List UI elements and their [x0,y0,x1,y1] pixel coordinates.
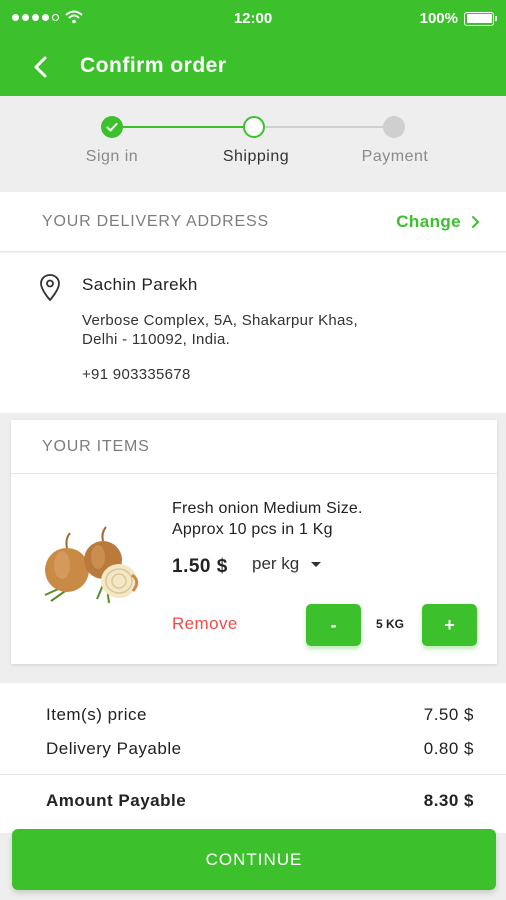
delivery-address-title: YOUR DELIVERY ADDRESS [42,213,269,230]
remove-item-button[interactable]: Remove [172,614,238,634]
delivery-address-header: YOUR DELIVERY ADDRESS Change [0,192,506,252]
step-shipping-label[interactable]: Shipping [186,148,326,166]
item-price-row: Item(s) price 7.50 $ [46,705,474,725]
step-signin-label[interactable]: Sign in [42,148,182,166]
price-summary: Item(s) price 7.50 $ Delivery Payable 0.… [0,683,506,833]
step-shipping-circle [243,116,265,138]
items-header: YOUR ITEMS [11,420,497,474]
step-line-done [112,126,254,128]
page-title: Confirm order [80,54,227,77]
items-card: YOUR ITEMS Fresh onion Medium Size. Appr… [11,420,497,664]
delivery-row: Delivery Payable 0.80 $ [46,739,474,759]
status-right: 100% [419,10,497,27]
item-price-label: Item(s) price [46,705,147,724]
amount-payable-row: Amount Payable 8.30 $ [46,791,474,811]
battery-icon [464,11,497,26]
step-payment-circle [383,116,405,138]
change-address-button[interactable]: Change [396,212,480,232]
checkout-stepper: Sign in Shipping Payment [0,96,506,192]
address-line-2: Delhi - 110092, India. [82,331,231,348]
title-bar: Confirm order [0,44,506,90]
product-price: 1.50 $ [172,556,228,577]
caret-down-icon [311,561,322,567]
back-button[interactable] [26,52,56,82]
address-lines: Verbose Complex, 5A, Shakarpur Khas, Del… [82,311,358,349]
onion-product-image [44,526,139,604]
step-line-pending [254,126,394,128]
delivery-address-card: Sachin Parekh Verbose Complex, 5A, Shaka… [0,253,506,413]
battery-percent: 100% [419,10,458,27]
delivery-value: 0.80 $ [423,739,474,758]
product-name-line-1: Fresh onion Medium Size. [172,500,363,517]
items-title: YOUR ITEMS [42,438,150,455]
unit-label: per kg [252,554,300,573]
product-name-line-2: Approx 10 pcs in 1 Kg [172,521,333,538]
continue-button[interactable]: CONTINUE [12,829,496,890]
delivery-label: Delivery Payable [46,739,182,758]
back-chevron-icon [34,56,47,78]
recipient-phone: +91 903335678 [82,366,191,383]
increase-quantity-button[interactable]: + [422,604,477,646]
step-signin-circle [101,116,123,138]
status-bar: 12:00 100% [0,0,506,38]
address-line-1: Verbose Complex, 5A, Shakarpur Khas, [82,312,358,329]
unit-dropdown[interactable]: per kg [252,554,322,574]
item-price-value: 7.50 $ [423,705,474,724]
amount-payable-label: Amount Payable [46,791,187,810]
location-pin-icon [40,274,60,302]
quantity-value: 5 KG [375,617,404,631]
change-label: Change [396,212,461,231]
check-icon [106,123,118,132]
chevron-right-icon [472,216,480,228]
summary-divider [0,774,506,775]
recipient-name: Sachin Parekh [82,275,198,294]
app-header: 12:00 100% Confirm order [0,0,506,96]
product-name: Fresh onion Medium Size. Approx 10 pcs i… [172,498,472,540]
amount-payable-value: 8.30 $ [423,791,474,810]
step-payment-label[interactable]: Payment [325,148,465,166]
decrease-quantity-button[interactable]: - [306,604,361,646]
